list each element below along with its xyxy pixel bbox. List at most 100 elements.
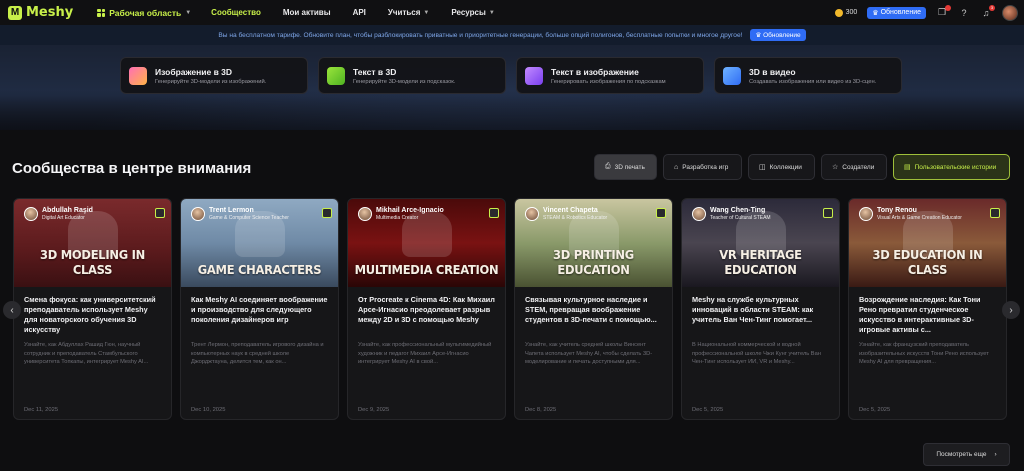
- card-desc: Узнайте, как французский преподаватель и…: [859, 342, 989, 365]
- tool-card-image-to-3d[interactable]: Изображение в 3D Генерируйте 3D-модели из…: [120, 57, 308, 94]
- chevron-down-icon: ▼: [423, 9, 430, 16]
- avatar: [859, 207, 873, 221]
- meshy-logo-icon: M: [8, 5, 22, 20]
- avatar: [24, 207, 38, 221]
- chevron-down-icon: ▼: [185, 9, 192, 16]
- card-desc: Узнайте, как профессиональный мультимеди…: [358, 342, 492, 365]
- card-title: Возрождение наследия: Как Тони Рено прев…: [859, 295, 981, 334]
- story-card[interactable]: Mikhail Arce-Ignacio Multimedia Creator M…: [347, 198, 506, 420]
- card-desc: Трент Лермон, преподаватель игрового диз…: [191, 342, 324, 365]
- card-title: Связывая культурное наследие и STEM, пре…: [525, 295, 657, 324]
- avatar: [358, 207, 372, 221]
- image-to-3d-icon: [129, 66, 147, 85]
- credits-display[interactable]: 300: [834, 8, 858, 17]
- star-icon: ☆: [832, 164, 839, 171]
- card-desc: Узнайте, как Абдуллах Рашид Гюн, научный…: [24, 342, 149, 365]
- meshy-badge-icon: [489, 208, 499, 218]
- filter-chips: ⎙ 3D печать ⌂ Разработка игр ◫ Коллекции ☆ С…: [594, 154, 1010, 180]
- card-image: Wang Chen-Ting Teacher of Cultural STEAM …: [682, 199, 839, 287]
- card-author: Vincent Chapeta STEAM & Robotics Educator: [525, 207, 607, 221]
- card-image: Trent Lermon Game & Computer Science Teac…: [181, 199, 338, 287]
- card-image: Tony Renou Visual Arts & Game Creation Ed…: [849, 199, 1006, 287]
- meshy-badge-icon: [990, 208, 1000, 218]
- tool-cards: Изображение в 3D Генерируйте 3D-модели из…: [120, 57, 902, 94]
- help-icon[interactable]: ?: [958, 7, 970, 19]
- carousel-prev-button[interactable]: ‹: [3, 301, 21, 319]
- meshy-badge-icon: [823, 208, 833, 218]
- 3d-to-video-icon: [723, 66, 741, 85]
- nav-link-resources[interactable]: Ресурсы ▼: [451, 8, 494, 17]
- filter-game-dev[interactable]: ⌂ Разработка игр: [663, 154, 742, 180]
- card-date: Dec 5, 2025: [692, 407, 724, 413]
- tool-card-text-to-image[interactable]: Текст в изображение Генерировать изображе…: [516, 57, 704, 94]
- collection-icon: ◫: [759, 164, 766, 171]
- filter-3d-printing[interactable]: ⎙ 3D печать: [594, 154, 657, 180]
- gift-icon[interactable]: ❒: [936, 4, 951, 19]
- chevron-left-icon: ‹: [10, 304, 14, 316]
- card-title: От Procreate к Cinema 4D: Как Михаил Арс…: [358, 295, 495, 324]
- workspace-dropdown[interactable]: Рабочая область ▼: [97, 8, 191, 18]
- card-image: Abdullah Raşid Digital Art Educator 3D MO…: [14, 199, 171, 287]
- hero: Изображение в 3D Генерируйте 3D-модели из…: [0, 45, 1024, 130]
- nav-link-my-assets[interactable]: Мои активы: [283, 8, 331, 17]
- tool-card-3d-to-video[interactable]: 3D в видео Создавать изображения или виде…: [714, 57, 902, 94]
- story-card[interactable]: Tony Renou Visual Arts & Game Creation Ed…: [848, 198, 1007, 420]
- see-more-button[interactable]: Посмотреть еще ›: [923, 443, 1010, 466]
- credits-count: 300: [845, 9, 858, 16]
- story-cards: Abdullah Raşid Digital Art Educator 3D MO…: [13, 198, 1007, 420]
- bell-icon[interactable]: ♫ 3: [980, 4, 995, 19]
- avatar: [692, 207, 706, 221]
- story-icon: ▤: [904, 164, 911, 171]
- card-image: Mikhail Arce-Ignacio Multimedia Creator M…: [348, 199, 505, 287]
- card-date: Dec 10, 2025: [191, 407, 226, 413]
- card-author: Tony Renou Visual Arts & Game Creation Ed…: [859, 207, 962, 221]
- card-desc: В Национальной коммерческой и водной про…: [692, 342, 821, 365]
- card-author: Wang Chen-Ting Teacher of Cultural STEAM: [692, 207, 771, 221]
- story-card[interactable]: Abdullah Raşid Digital Art Educator 3D MO…: [13, 198, 172, 420]
- workspace-label: Рабочая область: [109, 7, 182, 18]
- tool-card-text-to-3d[interactable]: Текст в 3D Генерируйте 3D-модели из подск…: [318, 57, 506, 94]
- card-title: Смена фокуса: как университетский препод…: [24, 295, 156, 334]
- printer-icon: ⎙: [605, 163, 611, 170]
- avatar: [191, 207, 205, 221]
- meshy-badge-icon: [322, 208, 332, 218]
- top-nav: M Meshy Рабочая область ▼ Сообщество Мои…: [0, 0, 1024, 25]
- nav-link-api[interactable]: API: [353, 8, 366, 17]
- banner-upgrade-button[interactable]: ♛ Обновление: [750, 29, 806, 41]
- logo-text: Meshy: [26, 5, 74, 20]
- notification-count: 3: [989, 4, 995, 11]
- logo[interactable]: M Meshy: [8, 5, 73, 20]
- banner-text: Вы на бесплатном тарифе. Обновите план, …: [218, 31, 743, 39]
- text-to-image-icon: [525, 66, 543, 85]
- chevron-right-icon: ›: [994, 451, 997, 458]
- nav-link-learn[interactable]: Учиться ▼: [388, 8, 429, 17]
- story-card[interactable]: Vincent Chapeta STEAM & Robotics Educator…: [514, 198, 673, 420]
- filter-creators[interactable]: ☆ Создатели: [821, 154, 887, 180]
- card-title: Meshy на службе культурных инноваций в о…: [692, 295, 814, 324]
- card-date: Dec 8, 2025: [525, 407, 557, 413]
- gamepad-icon: ⌂: [674, 163, 679, 171]
- crown-icon: ♛: [755, 32, 764, 39]
- meshy-badge-icon: [656, 208, 666, 218]
- section-title: Сообщества в центре внимания: [12, 160, 252, 177]
- nav-links: Сообщество Мои активы API Учиться ▼ Ресур…: [211, 8, 495, 17]
- user-avatar[interactable]: [1002, 4, 1018, 21]
- card-image: Vincent Chapeta STEAM & Robotics Educator…: [515, 199, 672, 287]
- meshy-badge-icon: [155, 208, 165, 218]
- nav-link-community[interactable]: Сообщество: [211, 8, 261, 17]
- filter-user-stories[interactable]: ▤ Пользовательские истории: [893, 154, 1010, 180]
- card-author: Abdullah Raşid Digital Art Educator: [24, 207, 93, 221]
- avatar: [525, 207, 539, 221]
- upgrade-banner: Вы на бесплатном тарифе. Обновите план, …: [0, 25, 1024, 45]
- carousel-next-button[interactable]: ›: [1002, 301, 1020, 319]
- nav-right: 300 ♛ Обновление ❒ ? ♫ 3: [834, 0, 1018, 25]
- card-title: Как Meshy AI соединяет воображение и про…: [191, 295, 328, 324]
- story-card[interactable]: Wang Chen-Ting Teacher of Cultural STEAM …: [681, 198, 840, 420]
- upgrade-button[interactable]: ♛ Обновление: [867, 6, 926, 19]
- filter-collections[interactable]: ◫ Коллекции: [748, 154, 815, 180]
- story-card[interactable]: Trent Lermon Game & Computer Science Teac…: [180, 198, 339, 420]
- card-desc: Узнайте, как учитель средней школы Винсе…: [525, 342, 653, 365]
- grid-icon: [97, 8, 106, 17]
- card-date: Dec 5, 2025: [859, 407, 891, 413]
- coin-icon: [834, 8, 843, 17]
